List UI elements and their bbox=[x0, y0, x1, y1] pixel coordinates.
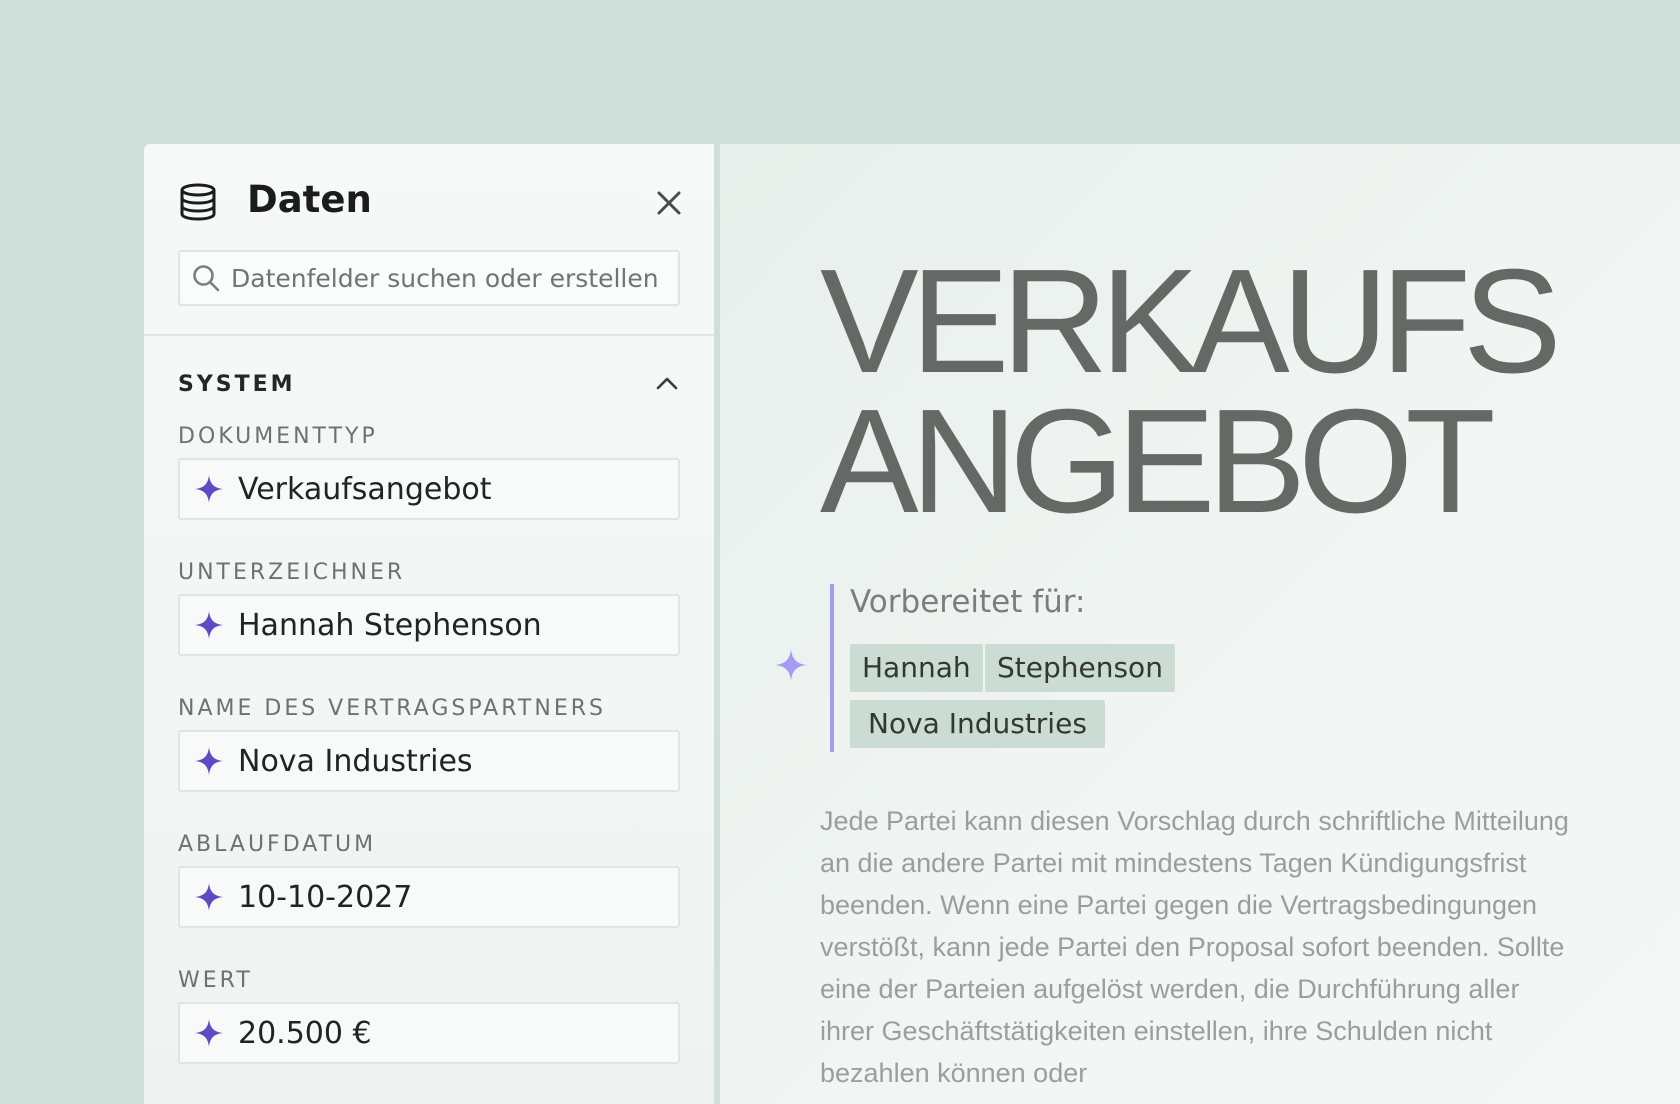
data-tag[interactable]: Nova Industries bbox=[850, 700, 1105, 748]
data-panel: Daten SYSTEM DOKUMENTTYP bbox=[144, 144, 714, 1104]
data-tag[interactable]: Hannah bbox=[850, 644, 983, 692]
field-input[interactable]: Verkaufsangebot bbox=[178, 458, 680, 520]
field-label: DOKUMENTTYP bbox=[178, 424, 378, 449]
chevron-up-icon[interactable] bbox=[654, 371, 680, 397]
field-label: ABLAUFDATUM bbox=[178, 832, 377, 857]
prepared-for-label: Vorbereitet für: bbox=[850, 584, 1086, 620]
document-body: Jede Partei kann diesen Vorschlag durch … bbox=[820, 806, 1569, 1088]
document-title-line-1: VERKAUFS bbox=[820, 239, 1562, 404]
field-input[interactable]: Nova Industries bbox=[178, 730, 680, 792]
field-input[interactable]: 20.500 € bbox=[178, 1002, 680, 1064]
sparkle-icon bbox=[195, 475, 223, 503]
field-value: 20.500 € bbox=[238, 1015, 372, 1051]
search-icon bbox=[193, 265, 220, 292]
field-expiry-date: ABLAUFDATUM 10-10-2027 bbox=[178, 828, 680, 928]
sparkle-icon bbox=[195, 611, 223, 639]
close-icon[interactable] bbox=[656, 190, 682, 216]
search-input[interactable] bbox=[231, 263, 671, 293]
section-header-system[interactable]: SYSTEM bbox=[178, 366, 680, 402]
panel-title: Daten bbox=[247, 178, 372, 221]
field-input[interactable]: Hannah Stephenson bbox=[178, 594, 680, 656]
document-title: VERKAUFS ANGEBOT bbox=[820, 239, 1562, 544]
field-value-amount: WERT 20.500 € bbox=[178, 964, 680, 1064]
field-value: Nova Industries bbox=[238, 743, 473, 779]
app-frame: Daten SYSTEM DOKUMENTTYP bbox=[144, 144, 1680, 1104]
sparkle-icon bbox=[195, 883, 223, 911]
field-input[interactable]: 10-10-2027 bbox=[178, 866, 680, 928]
prepared-for-block[interactable]: Vorbereitet für: Hannah Stephenson Nova … bbox=[775, 584, 1380, 752]
data-tag[interactable]: Stephenson bbox=[985, 644, 1175, 692]
document-preview: VERKAUFS ANGEBOT Vorbereitet für: Hannah… bbox=[720, 144, 1680, 1104]
sparkle-icon bbox=[195, 1019, 223, 1047]
field-label: UNTERZEICHNER bbox=[178, 560, 406, 585]
search-field[interactable] bbox=[178, 250, 680, 306]
field-contract-partner: NAME DES VERTRAGSPARTNERS Nova Industrie… bbox=[178, 692, 680, 792]
field-value: 10-10-2027 bbox=[238, 879, 413, 915]
sparkle-icon bbox=[775, 649, 807, 681]
field-value: Hannah Stephenson bbox=[238, 607, 542, 643]
field-signer: UNTERZEICHNER Hannah Stephenson bbox=[178, 556, 680, 656]
field-document-type: DOKUMENTTYP Verkaufsangebot bbox=[178, 420, 680, 520]
panel-header: Daten bbox=[144, 144, 714, 336]
document-title-line-2: ANGEBOT bbox=[820, 379, 1496, 544]
database-icon bbox=[180, 183, 216, 221]
section-title: SYSTEM bbox=[178, 371, 296, 397]
field-value: Verkaufsangebot bbox=[238, 471, 492, 507]
field-label: NAME DES VERTRAGSPARTNERS bbox=[178, 696, 606, 721]
field-label: WERT bbox=[178, 968, 253, 993]
prepared-for-bar bbox=[830, 584, 834, 752]
sparkle-icon bbox=[195, 747, 223, 775]
